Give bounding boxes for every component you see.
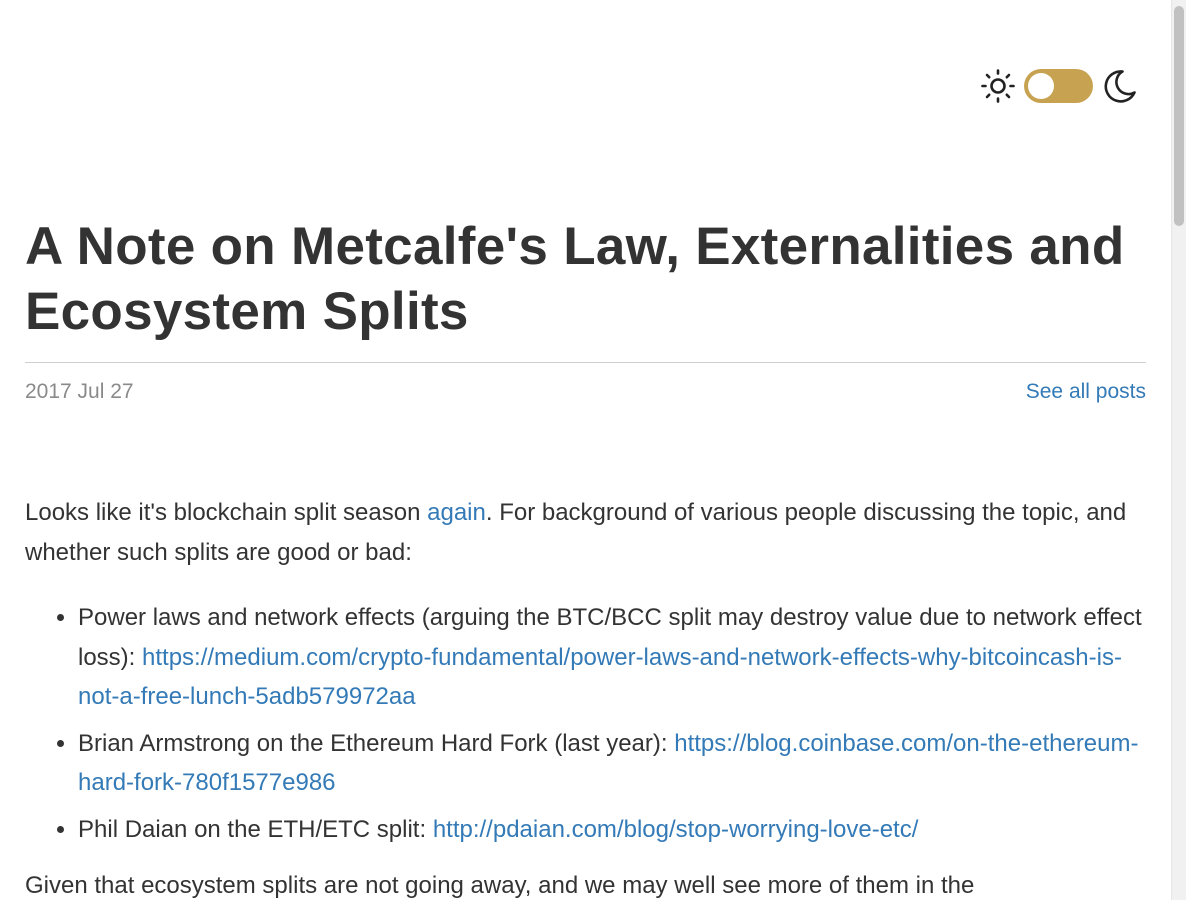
post-title: A Note on Metcalfe's Law, Externalities …	[25, 217, 1125, 341]
list-item-link[interactable]: http://pdaian.com/blog/stop-worrying-lov…	[433, 816, 919, 843]
intro-text-before: Looks like it's blockchain split season	[25, 499, 428, 526]
page: A Note on Metcalfe's Law, Externalities …	[0, 0, 1171, 900]
see-all-posts-link[interactable]: See all posts	[1026, 379, 1146, 405]
list-item-text: Brian Armstrong on the Ethereum Hard For…	[78, 729, 675, 757]
title-divider	[25, 362, 1146, 363]
again-link[interactable]: again	[427, 499, 486, 526]
moon-icon[interactable]	[1101, 68, 1137, 104]
theme-switch[interactable]	[1024, 69, 1093, 103]
intro-paragraph: Looks like it's blockchain split season …	[25, 493, 1146, 572]
theme-switch-knob	[1028, 73, 1054, 99]
list-item: Power laws and network effects (arguing …	[78, 598, 1146, 717]
scrollbar-thumb[interactable]	[1174, 6, 1184, 226]
sun-icon[interactable]	[980, 68, 1016, 104]
theme-toggle	[980, 66, 1137, 106]
post-body: Looks like it's blockchain split season …	[25, 493, 1146, 900]
reference-list: Power laws and network effects (arguing …	[25, 598, 1146, 849]
list-item-link[interactable]: https://medium.com/crypto-fundamental/po…	[78, 644, 1122, 711]
list-item-text: Phil Daian on the ETH/ETC split:	[78, 815, 433, 843]
next-paragraph: Given that ecosystem splits are not goin…	[25, 872, 975, 899]
post-date: 2017 Jul 27	[25, 380, 134, 403]
list-item: Brian Armstrong on the Ethereum Hard For…	[78, 724, 1146, 803]
vertical-scrollbar[interactable]	[1171, 0, 1186, 900]
list-item: Phil Daian on the ETH/ETC split: http://…	[78, 810, 1146, 850]
